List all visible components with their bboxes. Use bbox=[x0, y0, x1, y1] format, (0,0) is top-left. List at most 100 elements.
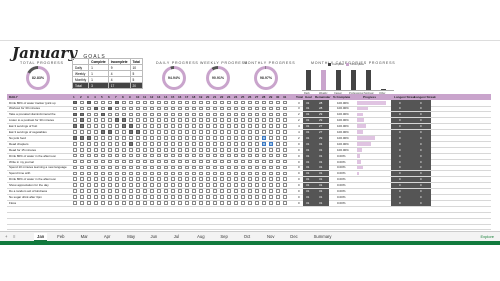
habit-checkbox[interactable] bbox=[122, 136, 126, 140]
habit-checkbox[interactable] bbox=[87, 130, 91, 134]
habit-checkbox[interactable] bbox=[115, 171, 119, 176]
habit-checkbox[interactable] bbox=[262, 106, 266, 111]
habit-checkbox[interactable] bbox=[115, 100, 119, 105]
habit-checkbox[interactable] bbox=[199, 112, 203, 117]
habit-checkbox[interactable] bbox=[73, 195, 77, 199]
habit-checkbox[interactable] bbox=[213, 100, 217, 105]
habit-checkbox[interactable] bbox=[234, 165, 238, 170]
sheet-tab-sep[interactable]: Sep bbox=[220, 234, 227, 239]
habit-checkbox[interactable] bbox=[269, 136, 273, 140]
habit-checkbox[interactable] bbox=[73, 136, 77, 140]
habit-checkbox[interactable] bbox=[269, 183, 273, 187]
habit-checkbox[interactable] bbox=[220, 153, 224, 158]
habit-checkbox[interactable] bbox=[199, 106, 203, 111]
habit-checkbox[interactable] bbox=[80, 189, 84, 193]
habit-checkbox[interactable] bbox=[276, 159, 280, 164]
habit-checkbox[interactable] bbox=[255, 106, 259, 111]
habit-checkbox[interactable] bbox=[269, 195, 273, 199]
habit-checkbox[interactable] bbox=[185, 159, 189, 164]
habit-checkbox[interactable] bbox=[157, 136, 161, 140]
habit-checkbox[interactable] bbox=[94, 147, 98, 152]
habit-checkbox[interactable] bbox=[255, 118, 259, 123]
habit-checkbox[interactable] bbox=[276, 100, 280, 105]
habit-checkbox[interactable] bbox=[164, 118, 168, 123]
habit-checkbox[interactable] bbox=[185, 195, 189, 199]
habit-checkbox[interactable] bbox=[80, 147, 84, 152]
habit-checkbox[interactable] bbox=[80, 159, 84, 164]
habit-checkbox[interactable] bbox=[115, 201, 119, 205]
habit-checkbox[interactable] bbox=[255, 136, 259, 140]
habit-checkbox[interactable] bbox=[220, 165, 224, 170]
habit-checkbox[interactable] bbox=[241, 147, 245, 152]
habit-checkbox[interactable] bbox=[150, 124, 154, 128]
habit-checkbox[interactable] bbox=[87, 171, 91, 176]
habit-checkbox[interactable] bbox=[108, 171, 112, 176]
habit-checkbox[interactable] bbox=[115, 106, 119, 111]
habit-checkbox[interactable] bbox=[150, 189, 154, 193]
habit-checkbox[interactable] bbox=[129, 153, 133, 158]
habit-checkbox[interactable] bbox=[178, 147, 182, 152]
habit-checkbox[interactable] bbox=[262, 124, 266, 128]
habit-checkbox[interactable] bbox=[227, 106, 231, 111]
habit-checkbox[interactable] bbox=[87, 118, 91, 123]
habit-checkbox[interactable] bbox=[171, 147, 175, 152]
sheet-tab-jul[interactable]: Jul bbox=[174, 234, 179, 239]
habit-checkbox[interactable] bbox=[115, 183, 119, 187]
habit-checkbox[interactable] bbox=[283, 118, 287, 123]
habit-checkbox[interactable] bbox=[115, 147, 119, 152]
habit-checkbox[interactable] bbox=[178, 171, 182, 176]
habit-checkbox[interactable] bbox=[157, 159, 161, 164]
habit-checkbox[interactable] bbox=[269, 189, 273, 193]
habit-checkbox[interactable] bbox=[101, 136, 105, 140]
habit-checkbox[interactable] bbox=[171, 195, 175, 199]
habit-checkbox[interactable] bbox=[227, 183, 231, 187]
habit-checkbox[interactable] bbox=[276, 201, 280, 205]
habit-checkbox[interactable] bbox=[248, 142, 252, 146]
habit-checkbox[interactable] bbox=[262, 177, 266, 182]
habit-checkbox[interactable] bbox=[255, 165, 259, 170]
habit-checkbox[interactable] bbox=[150, 106, 154, 111]
habit-checkbox[interactable] bbox=[73, 106, 77, 111]
habit-checkbox[interactable] bbox=[283, 124, 287, 128]
habit-checkbox[interactable] bbox=[129, 195, 133, 199]
habit-checkbox[interactable] bbox=[248, 165, 252, 170]
habit-checkbox[interactable] bbox=[164, 171, 168, 176]
habit-checkbox[interactable] bbox=[220, 112, 224, 117]
habit-checkbox[interactable] bbox=[94, 177, 98, 182]
habit-checkbox[interactable] bbox=[213, 118, 217, 123]
habit-checkbox[interactable] bbox=[206, 130, 210, 134]
habit-checkbox[interactable] bbox=[143, 159, 147, 164]
habit-checkbox[interactable] bbox=[164, 130, 168, 134]
habit-checkbox[interactable] bbox=[241, 136, 245, 140]
habit-checkbox[interactable] bbox=[220, 130, 224, 134]
habit-checkbox[interactable] bbox=[262, 130, 266, 134]
habit-checkbox[interactable] bbox=[80, 100, 84, 105]
habit-checkbox[interactable] bbox=[136, 124, 140, 128]
habit-checkbox[interactable] bbox=[185, 130, 189, 134]
habit-checkbox[interactable] bbox=[255, 147, 259, 152]
habit-checkbox[interactable] bbox=[269, 159, 273, 164]
habit-checkbox[interactable] bbox=[192, 165, 196, 170]
habit-checkbox[interactable] bbox=[241, 159, 245, 164]
habit-checkbox[interactable] bbox=[115, 118, 119, 123]
habit-checkbox[interactable] bbox=[157, 201, 161, 205]
sheet-tab-aug[interactable]: Aug bbox=[197, 234, 204, 239]
habit-checkbox[interactable] bbox=[192, 195, 196, 199]
habit-checkbox[interactable] bbox=[234, 100, 238, 105]
habit-checkbox[interactable] bbox=[94, 118, 98, 123]
habit-checkbox[interactable] bbox=[94, 112, 98, 117]
habit-checkbox[interactable] bbox=[129, 183, 133, 187]
habit-checkbox[interactable] bbox=[248, 136, 252, 140]
habit-checkbox[interactable] bbox=[94, 159, 98, 164]
habit-checkbox[interactable] bbox=[248, 171, 252, 176]
summary-cell[interactable]: 20 bbox=[129, 82, 143, 89]
habit-checkbox[interactable] bbox=[276, 130, 280, 134]
habit-checkbox[interactable] bbox=[199, 136, 203, 140]
sheet-tab-dec[interactable]: Dec bbox=[290, 234, 297, 239]
summary-cell[interactable]: Total bbox=[71, 82, 90, 89]
habit-checkbox[interactable] bbox=[143, 183, 147, 187]
habit-checkbox[interactable] bbox=[241, 112, 245, 117]
habit-checkbox[interactable] bbox=[227, 130, 231, 134]
habit-checkbox[interactable] bbox=[108, 136, 112, 140]
summary-cell[interactable]: 17 bbox=[107, 82, 131, 89]
